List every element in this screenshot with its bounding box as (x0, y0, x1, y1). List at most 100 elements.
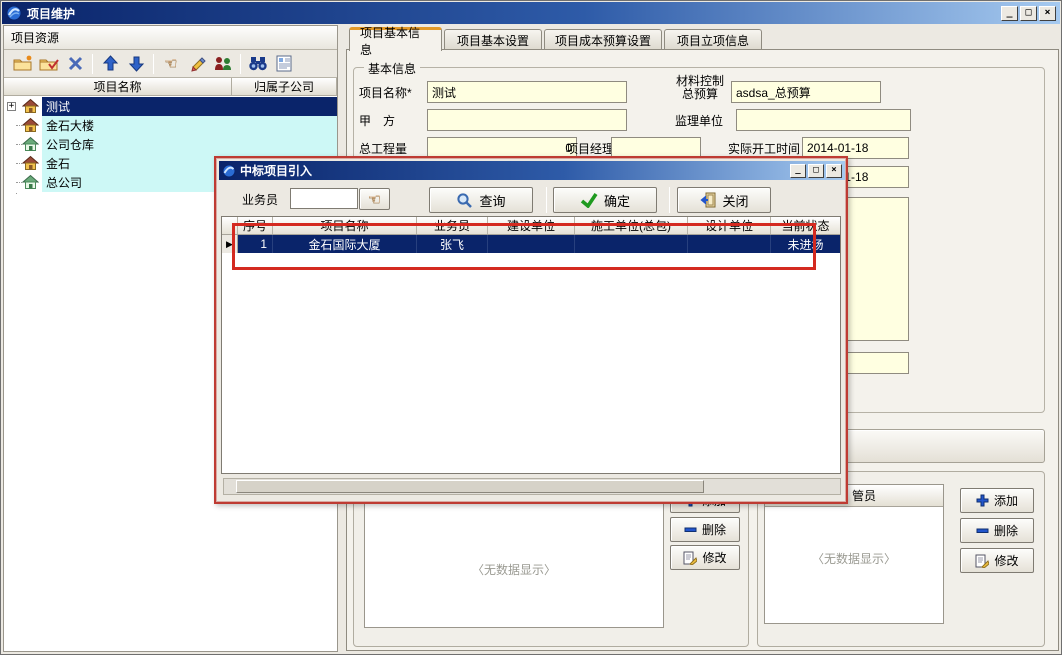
dialog-minimize-button[interactable]: _ (790, 164, 806, 178)
toolbar-separator (153, 54, 154, 74)
close-button-label: 关闭 (722, 191, 748, 210)
cell-builder (488, 235, 575, 253)
tab-label: 项目基本设置 (457, 32, 529, 49)
edit-button-label: 修改 (702, 549, 726, 566)
col-status[interactable]: 当前状态 (771, 217, 840, 234)
toolbar-separator (546, 187, 547, 213)
col-contractor[interactable]: 施工单位(总包) (575, 217, 688, 234)
house-green-icon (22, 174, 39, 190)
col-label: 建设单位 (507, 217, 555, 234)
supervisor-input[interactable] (736, 109, 911, 131)
dialog-maximize-button[interactable]: □ (808, 164, 824, 178)
pencil-button[interactable] (184, 52, 210, 76)
tree-gutter: + (4, 97, 42, 116)
assign-hand-button[interactable]: ☜ (158, 52, 184, 76)
project-name-label: 项目名称* (359, 81, 412, 103)
edit-button[interactable]: 修改 (670, 545, 740, 570)
dialog-icon (222, 164, 236, 178)
tree-item-label: 金石 (46, 155, 70, 172)
col-label: 当前状态 (781, 217, 829, 234)
salesman-label: 业务员 (242, 191, 278, 208)
minimize-button[interactable]: _ (1001, 6, 1018, 21)
tab-label: 项目立项信息 (677, 32, 749, 49)
app-icon (6, 5, 22, 21)
query-button[interactable]: 查询 (429, 187, 533, 213)
close-button[interactable]: × (1039, 6, 1056, 21)
house-yellow-icon (22, 155, 39, 171)
edit-button[interactable]: 修改 (960, 548, 1034, 573)
material-budget-input[interactable] (731, 81, 881, 103)
tab-project-approval-info[interactable]: 项目立项信息 (664, 29, 762, 50)
tree-gutter (4, 154, 42, 173)
col-salesman[interactable]: 业务员 (417, 217, 488, 234)
window-title: 项目维护 (27, 5, 999, 22)
column-project-name[interactable]: 项目名称 (4, 78, 232, 95)
tree-item-label: 金石大楼 (46, 117, 94, 134)
main-titlebar: 项目维护 _ □ × (2, 2, 1060, 24)
ok-button-label: 确定 (604, 191, 630, 210)
move-down-button[interactable] (123, 52, 149, 76)
query-button-label: 查询 (479, 191, 505, 210)
groupbox-title: 基本信息 (364, 60, 420, 77)
col-designer[interactable]: 设计单位 (688, 217, 771, 234)
new-folder-button[interactable] (10, 52, 36, 76)
panel-header: 项目资源 (4, 26, 337, 50)
expand-icon[interactable]: + (7, 102, 16, 111)
column-subsidiary[interactable]: 归属子公司 (232, 78, 337, 95)
cell-status: 未进场 (771, 235, 840, 253)
material-budget-label-line2: 总预算 (682, 87, 718, 101)
no-data-text: 〈无数据显示〉 (365, 561, 663, 578)
delete-button-label: 删除 (702, 521, 726, 538)
project-name-input[interactable] (427, 81, 627, 103)
row-selector: ▶ (222, 235, 238, 253)
party-a-label: 甲 方 (359, 109, 395, 131)
party-a-input[interactable] (427, 109, 627, 131)
col-label: 项目名称 (320, 217, 368, 234)
tree-row[interactable]: 公司仓库 (4, 135, 337, 154)
tab-project-basic-settings[interactable]: 项目基本设置 (444, 29, 542, 50)
panel-header-label: 项目资源 (11, 29, 59, 46)
main-window: 项目维护 _ □ × 项目资源 ☜ (0, 0, 1062, 655)
salesman-pick-button[interactable]: ☜ (359, 188, 390, 210)
horizontal-scrollbar[interactable] (223, 478, 841, 495)
maximize-button[interactable]: □ (1020, 6, 1037, 21)
tree-row[interactable]: 金石大楼 (4, 116, 337, 135)
move-up-button[interactable] (97, 52, 123, 76)
material-budget-label: 材料控制总预算 (669, 75, 731, 101)
scrollbar-thumb[interactable] (236, 480, 704, 493)
bid-project-grid[interactable]: 序号 项目名称 业务员 建设单位 施工单位(总包) 设计单位 当前状态 ▶ 1 … (221, 216, 841, 474)
close-dialog-button[interactable]: 关闭 (677, 187, 771, 213)
delete-button-label: 删除 (994, 522, 1018, 539)
tab-label: 项目成本预算设置 (555, 32, 651, 49)
col-no[interactable]: 序号 (238, 217, 273, 234)
tree-toolbar: ☜ (4, 50, 337, 78)
users-button[interactable] (210, 52, 236, 76)
material-budget-label-line1: 材料控制 (676, 74, 724, 88)
find-button[interactable] (245, 52, 271, 76)
tab-project-cost-budget[interactable]: 项目成本预算设置 (544, 29, 662, 50)
report-view-button[interactable] (271, 52, 297, 76)
grid-header-row: 序号 项目名称 业务员 建设单位 施工单位(总包) 设计单位 当前状态 (222, 217, 840, 235)
tree-row-selected[interactable]: + 测试 (4, 97, 337, 116)
house-yellow-icon (22, 117, 39, 133)
delete-button[interactable]: 删除 (960, 518, 1034, 543)
col-label: 施工单位(总包) (591, 217, 671, 234)
dialog-close-button[interactable]: × (826, 164, 842, 178)
delete-node-button[interactable] (62, 52, 88, 76)
tree-gutter (4, 173, 42, 192)
dialog-title: 中标项目引入 (240, 162, 788, 179)
col-project-name[interactable]: 项目名称 (273, 217, 417, 234)
salesman-input[interactable] (290, 188, 358, 209)
col-builder[interactable]: 建设单位 (488, 217, 575, 234)
ok-button[interactable]: 确定 (553, 187, 657, 213)
house-green-icon (22, 136, 39, 152)
tab-project-basic-info[interactable]: 项目基本信息 (349, 27, 442, 51)
right-data-grid[interactable]: 管员 〈无数据显示〉 (764, 484, 944, 624)
col-label: 业务员 (434, 217, 470, 234)
add-button[interactable]: 添加 (960, 488, 1034, 513)
delete-button[interactable]: 删除 (670, 517, 740, 542)
edit-folder-button[interactable] (36, 52, 62, 76)
no-data-text: 〈无数据显示〉 (765, 550, 943, 567)
grid-row-selected[interactable]: ▶ 1 金石国际大厦 张飞 未进场 (222, 235, 840, 253)
hand-icon: ☜ (368, 192, 381, 207)
